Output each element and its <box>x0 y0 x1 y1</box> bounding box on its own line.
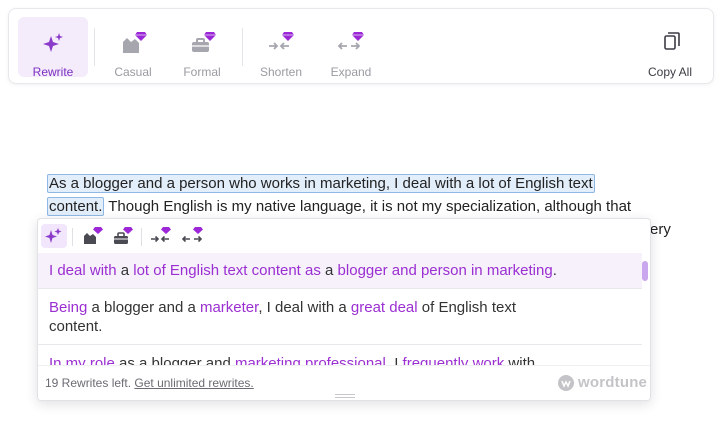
shorten-icon <box>266 30 296 56</box>
suggestion-changed-text: blogger and person in marketing <box>337 262 553 279</box>
shorten-button[interactable]: Shorten <box>246 17 316 79</box>
copy-all-button[interactable]: Copy All <box>635 17 705 79</box>
paragraph-text-fragment: ery <box>650 221 671 238</box>
suggestion-changed-text: lot of English text content as <box>133 262 321 279</box>
expand-label: Expand <box>330 65 372 79</box>
suggestion-text: a <box>116 262 134 279</box>
expand-icon <box>336 30 366 56</box>
suggestion-text: with <box>504 355 536 365</box>
suggestion-changed-text: Being <box>49 299 88 316</box>
suggestions-list: I deal with a lot of English text conten… <box>38 253 642 365</box>
suggestion-text: , I deal with a <box>258 299 351 316</box>
popup-toolbar-divider <box>72 228 73 246</box>
suggestion-changed-text: great deal <box>350 299 418 316</box>
expand-button[interactable]: Expand <box>316 17 386 79</box>
popup-casual-button[interactable] <box>80 224 106 248</box>
suggestion-changed-text: I deal with <box>49 262 117 279</box>
popup-shorten-button[interactable] <box>148 224 174 248</box>
casual-label: Casual <box>114 65 152 79</box>
rewrite-toolbar: Rewrite Casual Formal Shorten Expand Cop… <box>8 8 714 84</box>
suggestion-text: a <box>320 262 338 279</box>
expand-icon <box>182 227 203 243</box>
suggestion-changed-text: frequently work <box>402 355 505 365</box>
briefcase-icon <box>114 227 133 244</box>
rewrite-suggestions-popup: I deal with a lot of English text conten… <box>37 218 651 401</box>
suggestion-text: . <box>552 262 557 279</box>
suggestion-item[interactable]: In my role as a blogger and marketing pr… <box>38 345 642 365</box>
shorten-label: Shorten <box>259 65 303 79</box>
popup-toolbar-divider <box>141 228 142 246</box>
toolbar-divider <box>94 28 95 66</box>
wordtune-logo: wordtune <box>558 374 647 392</box>
suggestion-changed-text: In my role <box>49 355 115 365</box>
suggestion-item[interactable]: Being a blogger and a marketer, I deal w… <box>38 289 642 345</box>
resize-handle[interactable] <box>335 394 355 398</box>
paragraph-text: Though English is my native language, it… <box>104 198 632 215</box>
sparkles-icon <box>38 30 68 56</box>
popup-formal-button[interactable] <box>110 224 136 248</box>
wordtune-brand-text: wordtune <box>578 374 648 391</box>
toolbar-divider <box>242 28 243 66</box>
rewrites-left-count: 19 Rewrites left. <box>45 376 132 390</box>
casual-icon <box>118 30 148 56</box>
selected-text-line: content. <box>49 198 103 215</box>
formal-label: Formal <box>183 65 221 79</box>
popup-expand-button[interactable] <box>180 224 206 248</box>
casual-button[interactable]: Casual <box>98 17 168 79</box>
suggestion-item[interactable]: I deal with a lot of English text conten… <box>38 253 642 289</box>
shorten-icon <box>151 227 171 243</box>
briefcase-icon <box>187 30 217 56</box>
sparkles-icon <box>45 228 62 243</box>
rewrites-left-text: 19 Rewrites left. Get unlimited rewrites… <box>45 376 254 390</box>
suggestion-changed-text: marketing professional <box>234 355 386 365</box>
editor-paragraph[interactable]: As a blogger and a person who works in m… <box>47 172 687 218</box>
popup-toolbar <box>38 219 650 253</box>
formal-button[interactable]: Formal <box>167 17 237 79</box>
suggestions-scrollbar[interactable] <box>642 261 648 281</box>
copy-all-label: Copy All <box>647 65 693 79</box>
suggestion-text: , I <box>385 355 403 365</box>
suggestion-changed-text: marketer <box>199 299 259 316</box>
selected-text-line: As a blogger and a person who works in m… <box>49 175 593 192</box>
casual-icon <box>84 227 103 244</box>
wordtune-logo-icon <box>558 375 574 391</box>
rewrite-button[interactable]: Rewrite <box>18 17 88 79</box>
rewrite-label: Rewrite <box>32 65 74 79</box>
suggestion-text: a blogger and a <box>87 299 200 316</box>
popup-rewrite-button[interactable] <box>41 224 67 248</box>
suggestion-text: as a blogger and <box>114 355 235 365</box>
get-unlimited-link[interactable]: Get unlimited rewrites. <box>134 376 253 390</box>
copy-icon <box>655 30 685 56</box>
